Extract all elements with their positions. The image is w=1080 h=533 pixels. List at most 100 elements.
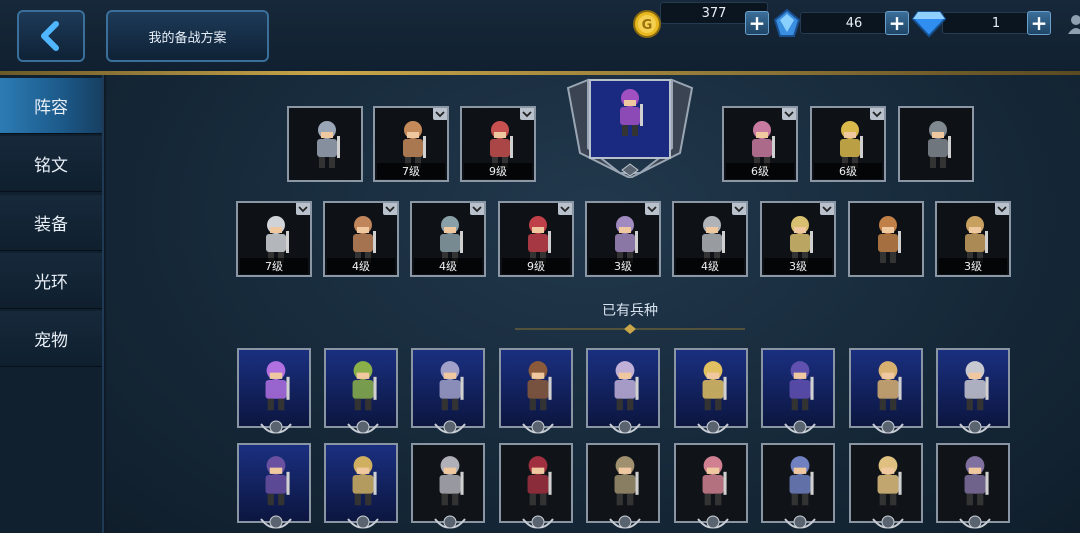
unit-sprite [527, 361, 552, 411]
sidebar-item-label: 阵容 [34, 98, 68, 118]
slot-dropdown[interactable] [383, 203, 397, 215]
owned-unit-card[interactable] [411, 443, 485, 529]
unit-sprite [702, 456, 727, 506]
unit-sprite [620, 89, 643, 136]
sidebar-item-pet[interactable]: 宠物 [0, 311, 102, 367]
lineup-slot[interactable]: 3级 [760, 201, 836, 277]
unit-sprite [877, 456, 902, 506]
sidebar-item-equipment[interactable]: 装备 [0, 195, 102, 251]
owned-unit-card[interactable] [411, 348, 485, 434]
slot-dropdown[interactable] [732, 203, 746, 215]
chevron-down-icon [522, 111, 532, 118]
laurel-badge-icon [260, 420, 292, 434]
add-gold-button[interactable]: + [745, 11, 769, 35]
unit-sprite [789, 361, 814, 411]
slot-dropdown[interactable] [433, 108, 447, 120]
owned-unit-card[interactable] [324, 443, 398, 529]
owned-unit-card[interactable] [936, 348, 1010, 434]
owned-unit-card[interactable] [586, 443, 660, 529]
slot-dropdown[interactable] [782, 108, 796, 120]
lineup-slot[interactable]: 4级 [323, 201, 399, 277]
owned-unit-card[interactable] [674, 348, 748, 434]
lineup-slot[interactable]: 6级 [810, 106, 886, 182]
owned-unit-card[interactable] [674, 443, 748, 529]
slot-dropdown[interactable] [870, 108, 884, 120]
sidebar-item-lineup[interactable]: 阵容 [0, 78, 102, 134]
owned-unit-card[interactable] [586, 348, 660, 434]
chevron-left-icon [41, 21, 59, 51]
unit-level: 6级 [814, 163, 882, 179]
chevron-down-icon [872, 111, 882, 118]
owned-unit-card[interactable] [849, 348, 923, 434]
lineup-slot[interactable] [287, 106, 363, 182]
owned-unit-card[interactable] [237, 348, 311, 434]
slot-dropdown[interactable] [296, 203, 310, 215]
lineup-slot[interactable]: 3级 [585, 201, 661, 277]
lineup-slot[interactable]: 9级 [498, 201, 574, 277]
lineup-slot[interactable]: 6级 [722, 106, 798, 182]
lineup-slot[interactable]: 7级 [373, 106, 449, 182]
unit-level: 3级 [589, 258, 657, 274]
unit-sprite [265, 361, 290, 411]
sidebar: 阵容 铭文 装备 光环 宠物 [0, 75, 104, 533]
unit-level: 4级 [676, 258, 744, 274]
owned-units-title: 已有兵种 [602, 303, 658, 319]
owned-unit-card[interactable] [761, 348, 835, 434]
gold-coin-icon: G [633, 10, 661, 38]
chevron-down-icon [560, 206, 570, 213]
back-button[interactable] [17, 10, 85, 62]
owned-unit-card[interactable] [761, 443, 835, 529]
battle-plan-button[interactable]: 我的备战方案 [106, 10, 269, 62]
laurel-badge-icon [347, 515, 379, 529]
svg-text:G: G [642, 18, 653, 33]
unit-level: 6级 [726, 163, 794, 179]
lineup-slot[interactable]: 4级 [672, 201, 748, 277]
owned-unit-card[interactable] [324, 348, 398, 434]
sidebar-item-aura[interactable]: 光环 [0, 253, 102, 309]
sidebar-item-label: 铭文 [34, 156, 68, 176]
owned-unit-card[interactable] [849, 443, 923, 529]
laurel-badge-icon [347, 420, 379, 434]
unit-level: 4级 [327, 258, 395, 274]
slot-dropdown[interactable] [645, 203, 659, 215]
laurel-badge-icon [434, 515, 466, 529]
unit-sprite [352, 456, 377, 506]
lineup-slot[interactable]: 7级 [236, 201, 312, 277]
unit-sprite [527, 456, 552, 506]
laurel-badge-icon [872, 515, 904, 529]
slot-dropdown[interactable] [558, 203, 572, 215]
owned-unit-card[interactable] [499, 348, 573, 434]
unit-sprite [439, 456, 464, 506]
unit-sprite [439, 361, 464, 411]
chevron-down-icon [472, 206, 482, 213]
unit-sprite [614, 361, 639, 411]
sidebar-item-label: 宠物 [34, 331, 68, 351]
chevron-down-icon [997, 206, 1007, 213]
slot-dropdown[interactable] [520, 108, 534, 120]
lineup-slot[interactable] [898, 106, 974, 182]
add-diamond-button[interactable]: + [1027, 11, 1051, 35]
owned-unit-card[interactable] [936, 443, 1010, 529]
laurel-badge-icon [872, 420, 904, 434]
laurel-badge-icon [260, 515, 292, 529]
lineup-slot[interactable]: 4级 [410, 201, 486, 277]
chevron-down-icon [822, 206, 832, 213]
laurel-badge-icon [522, 515, 554, 529]
lineup-slot[interactable]: 3级 [935, 201, 1011, 277]
user-icon[interactable] [1066, 14, 1080, 34]
chevron-down-icon [385, 206, 395, 213]
unit-sprite [964, 361, 989, 411]
lineup-slot[interactable]: 9级 [460, 106, 536, 182]
laurel-badge-icon [784, 515, 816, 529]
slot-dropdown[interactable] [470, 203, 484, 215]
owned-unit-card[interactable] [499, 443, 573, 529]
unit-level: 3级 [764, 258, 832, 274]
unit-sprite [352, 361, 377, 411]
laurel-badge-icon [959, 515, 991, 529]
add-crystal-button[interactable]: + [885, 11, 909, 35]
slot-dropdown[interactable] [820, 203, 834, 215]
owned-unit-card[interactable] [237, 443, 311, 529]
sidebar-item-inscription[interactable]: 铭文 [0, 136, 102, 192]
lineup-slot[interactable] [848, 201, 924, 277]
slot-dropdown[interactable] [995, 203, 1009, 215]
